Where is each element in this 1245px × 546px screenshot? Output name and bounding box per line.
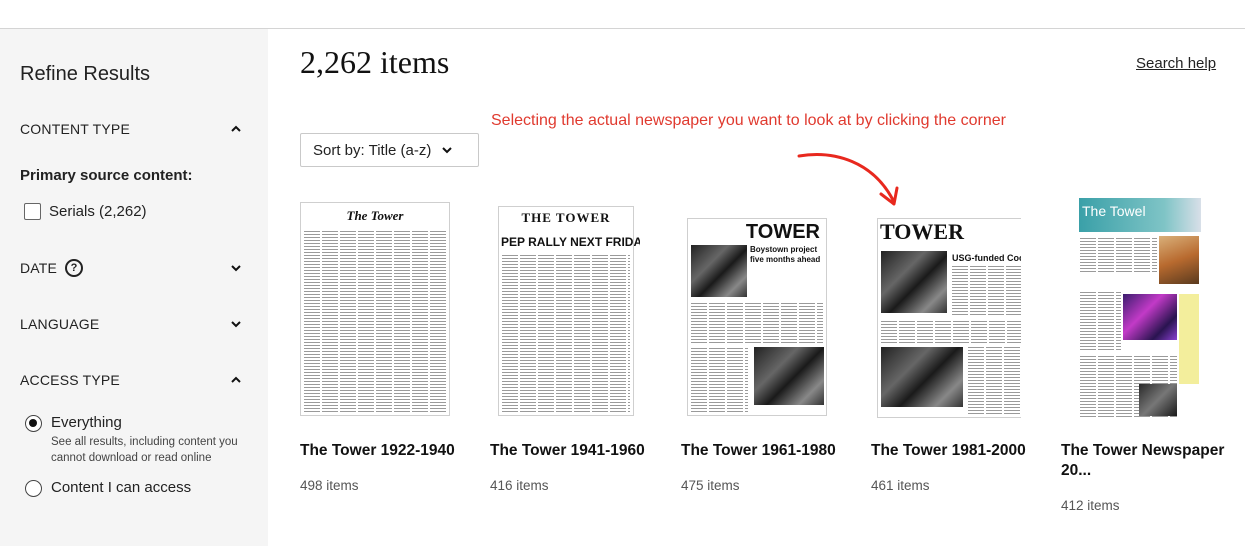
serials-label: Serials (2,262)	[49, 203, 147, 220]
annotation-text: Selecting the actual newspaper you want …	[491, 112, 1006, 129]
thumbnail-headline: Boystown project five months ahead	[750, 245, 821, 264]
radio-content-i-can-access-label: Content I can access	[51, 479, 192, 496]
card-title[interactable]: The Tower 1922-1940	[300, 441, 475, 461]
access-content-i-can-access-option[interactable]: Content I can access	[25, 479, 191, 497]
chevron-down-icon	[441, 144, 453, 156]
chevron-up-icon	[230, 374, 242, 386]
radio-everything[interactable]	[25, 415, 42, 432]
thumbnail-headline: USG-funded Coop opens	[952, 253, 1021, 263]
result-card[interactable]: TOWER Boystown project five months ahead…	[681, 198, 836, 493]
facet-access-type-label: ACCESS TYPE	[20, 372, 120, 388]
newspaper-thumbnail[interactable]: THE TOWER PEP RALLY NEXT FRIDAY	[490, 198, 640, 420]
card-item-count: 498 items	[300, 478, 359, 493]
sort-label: Sort by: Title (a-z)	[313, 141, 432, 159]
newspaper-thumbnail[interactable]: TOWER USG-funded Coop opens	[871, 198, 1021, 420]
result-card[interactable]: The Tower The Tower 1922-1940 498 items	[300, 198, 455, 493]
sort-dropdown[interactable]: Sort by: Title (a-z)	[300, 133, 479, 167]
thumbnail-masthead: TOWER	[880, 219, 964, 244]
card-item-count: 416 items	[490, 478, 549, 493]
results-count-heading: 2,262 items	[300, 44, 450, 80]
thumbnail-masthead: TOWER	[745, 221, 820, 243]
chevron-down-icon	[230, 262, 242, 274]
facet-language[interactable]: LANGUAGE	[20, 313, 242, 335]
chevron-up-icon	[230, 123, 242, 135]
card-title[interactable]: The Tower Newspaper 20...	[1061, 441, 1236, 481]
result-card[interactable]: THE TOWER PEP RALLY NEXT FRIDAY The Towe…	[490, 198, 645, 493]
serials-checkbox-row[interactable]: Serials (2,262)	[24, 203, 147, 220]
radio-content-i-can-access[interactable]	[25, 480, 42, 497]
search-help-link[interactable]: Search help	[1136, 55, 1216, 72]
facet-content-type[interactable]: CONTENT TYPE	[20, 118, 242, 140]
result-card[interactable]: TOWER USG-funded Coop opens The Tower 19…	[871, 198, 1026, 493]
access-everything-option[interactable]: Everything See all results, including co…	[25, 414, 251, 466]
radio-everything-label: Everything	[51, 414, 122, 431]
facet-content-type-label: CONTENT TYPE	[20, 121, 131, 137]
thumbnail-masthead: The Tower	[346, 208, 404, 223]
chevron-down-icon	[230, 318, 242, 330]
facet-language-label: LANGUAGE	[20, 316, 100, 332]
thumbnail-masthead: The Towel	[1082, 203, 1146, 219]
card-title[interactable]: The Tower 1941-1960	[490, 441, 665, 461]
card-title[interactable]: The Tower 1981-2000	[871, 441, 1046, 461]
refine-sidebar: Refine Results CONTENT TYPE Primary sour…	[0, 29, 268, 546]
serials-checkbox[interactable]	[24, 203, 41, 220]
newspaper-thumbnail[interactable]: The Towel	[1061, 198, 1211, 420]
facet-access-type[interactable]: ACCESS TYPE	[20, 369, 242, 391]
help-icon[interactable]: ?	[65, 259, 84, 277]
card-item-count: 475 items	[681, 478, 740, 493]
radio-everything-description: See all results, including content you c…	[51, 436, 238, 464]
primary-source-heading: Primary source content:	[20, 167, 193, 184]
newspaper-thumbnail[interactable]: TOWER Boystown project five months ahead	[681, 198, 831, 420]
result-card[interactable]: The Towel The Tower Newspaper 20... 412 …	[1061, 198, 1224, 513]
newspaper-thumbnail[interactable]: The Tower	[300, 198, 450, 420]
facet-date-label: DATE	[20, 260, 58, 276]
facet-date[interactable]: DATE ?	[20, 257, 242, 279]
card-item-count: 412 items	[1061, 498, 1120, 513]
card-item-count: 461 items	[871, 478, 930, 493]
thumbnail-headline: PEP RALLY NEXT FRIDAY	[501, 235, 640, 249]
thumbnail-masthead: THE TOWER	[521, 210, 611, 225]
refine-results-title: Refine Results	[20, 63, 151, 85]
card-title[interactable]: The Tower 1961-1980	[681, 441, 856, 461]
